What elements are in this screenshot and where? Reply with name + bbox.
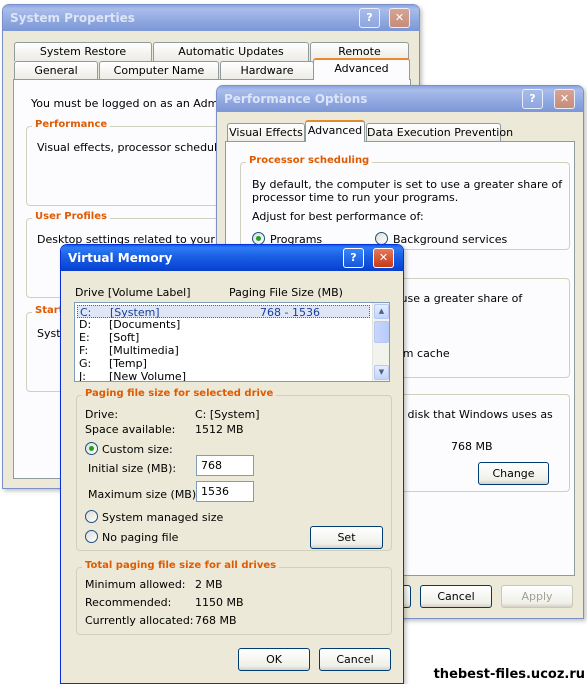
minimum-allowed-value: 2 MB [195, 578, 223, 591]
maximum-size-input[interactable]: 1536 [196, 481, 254, 502]
processor-text-line1: By default, the computer is set to use a… [252, 178, 563, 191]
tab-hardware[interactable]: Hardware [220, 61, 314, 80]
close-button[interactable]: ✕ [554, 89, 575, 109]
initial-size-input[interactable]: 768 [196, 455, 254, 476]
virtual-memory-titlebar[interactable]: Virtual Memory ? ✕ [61, 245, 403, 271]
selected-drive-group: Paging file size for selected drive Driv… [76, 388, 392, 551]
drive-letter: E: [79, 331, 90, 344]
help-button[interactable]: ? [359, 8, 380, 28]
close-button[interactable]: ✕ [373, 248, 394, 268]
tab-advanced[interactable]: Advanced [313, 58, 410, 80]
initial-size-label: Initial size (MB): [88, 462, 177, 475]
scroll-up-icon[interactable]: ▲ [374, 304, 389, 319]
virtual-memory-text: ard disk that Windows uses as [386, 408, 553, 421]
custom-size-label[interactable]: Custom size: [102, 443, 173, 456]
tab-system-restore[interactable]: System Restore [14, 42, 152, 61]
drive-volume-label: [Documents] [109, 318, 181, 331]
set-button[interactable]: Set [310, 526, 383, 549]
watermark-text: thebest-files.ucoz.ru [433, 667, 585, 682]
memory-usage-text: to use a greater share of [386, 292, 523, 305]
selected-drive-label: Paging file size for selected drive [82, 388, 277, 399]
drive-letter: F: [79, 344, 89, 357]
no-paging-file-label[interactable]: No paging file [102, 531, 178, 544]
performance-options-titlebar[interactable]: Performance Options ? ✕ [217, 86, 583, 112]
drive-list-scrollbar[interactable]: ▲ ▼ [372, 303, 389, 381]
virtual-memory-window: Virtual Memory ? ✕ Drive [Volume Label] … [60, 244, 404, 684]
drive-volume-label: [New Volume] [109, 370, 186, 382]
cancel-button[interactable]: Cancel [420, 585, 492, 608]
adjust-text: Adjust for best performance of: [252, 210, 424, 223]
drive-label: Drive: [85, 408, 119, 421]
system-managed-label[interactable]: System managed size [102, 511, 223, 524]
recommended-label: Recommended: [85, 596, 172, 609]
scroll-down-icon[interactable]: ▼ [374, 365, 389, 380]
drive-volume-label: [Temp] [109, 357, 147, 370]
user-profiles-label: User Profiles [32, 211, 110, 222]
change-button[interactable]: Change [478, 462, 549, 485]
ok-button[interactable]: OK [238, 648, 310, 671]
space-available-label: Space available: [85, 423, 176, 436]
maximum-size-label: Maximum size (MB): [88, 488, 200, 501]
performance-label: Performance [32, 119, 111, 130]
tab-data-execution-prevention[interactable]: Data Execution Prevention [366, 123, 513, 142]
drive-volume-label: [Soft] [109, 331, 140, 344]
custom-size-radio[interactable] [85, 442, 98, 455]
list-item[interactable]: J: [New Volume] [77, 370, 370, 382]
system-managed-radio[interactable] [85, 510, 98, 523]
system-properties-titlebar[interactable]: System Properties ? ✕ [3, 5, 419, 31]
drive-value: C: [System] [195, 408, 260, 421]
scroll-thumb[interactable] [374, 321, 389, 343]
drive-list[interactable]: C: [System] 768 - 1536 D: [Documents] E:… [74, 302, 390, 382]
processor-scheduling-label: Processor scheduling [246, 155, 373, 166]
tab-advanced[interactable]: Advanced [305, 120, 365, 142]
drive-letter: D: [79, 318, 92, 331]
recommended-value: 1150 MB [195, 596, 244, 609]
list-item[interactable]: G: [Temp] [77, 357, 370, 370]
drive-letter: J: [79, 370, 86, 382]
tab-visual-effects[interactable]: Visual Effects [227, 123, 305, 142]
window-title: Performance Options [224, 92, 368, 106]
drive-column-header: Drive [Volume Label] [75, 286, 191, 299]
help-button[interactable]: ? [522, 89, 543, 109]
space-available-value: 1512 MB [195, 423, 244, 436]
tab-computer-name[interactable]: Computer Name [99, 61, 219, 80]
currently-allocated-value: 768 MB [195, 614, 237, 627]
close-button[interactable]: ✕ [389, 8, 410, 28]
no-paging-file-radio[interactable] [85, 530, 98, 543]
total-paging-label: Total paging file size for all drives [82, 560, 280, 571]
list-item[interactable]: D: [Documents] [77, 318, 370, 331]
window-title: Virtual Memory [68, 251, 173, 265]
vm-size-value: 768 MB [451, 440, 493, 453]
drive-letter: G: [79, 357, 92, 370]
help-button[interactable]: ? [343, 248, 364, 268]
size-column-header: Paging File Size (MB) [229, 286, 343, 299]
processor-scheduling-group: Processor scheduling By default, the com… [240, 155, 570, 250]
tab-general[interactable]: General [14, 61, 98, 80]
apply-button[interactable]: Apply [501, 585, 573, 608]
drive-volume-label: [Multimedia] [109, 344, 179, 357]
minimum-allowed-label: Minimum allowed: [85, 578, 186, 591]
background-services-label[interactable]: Background services [393, 233, 507, 246]
currently-allocated-label: Currently allocated: [85, 614, 194, 627]
processor-text-line2: processor time to run your programs. [252, 191, 459, 204]
list-item[interactable]: E: [Soft] [77, 331, 370, 344]
list-item[interactable]: C: [System] 768 - 1536 [77, 305, 370, 319]
window-title: System Properties [10, 11, 135, 25]
total-paging-group: Total paging file size for all drives Mi… [76, 560, 392, 635]
list-item[interactable]: F: [Multimedia] [77, 344, 370, 357]
cancel-button[interactable]: Cancel [319, 648, 391, 671]
tab-automatic-updates[interactable]: Automatic Updates [153, 42, 309, 61]
